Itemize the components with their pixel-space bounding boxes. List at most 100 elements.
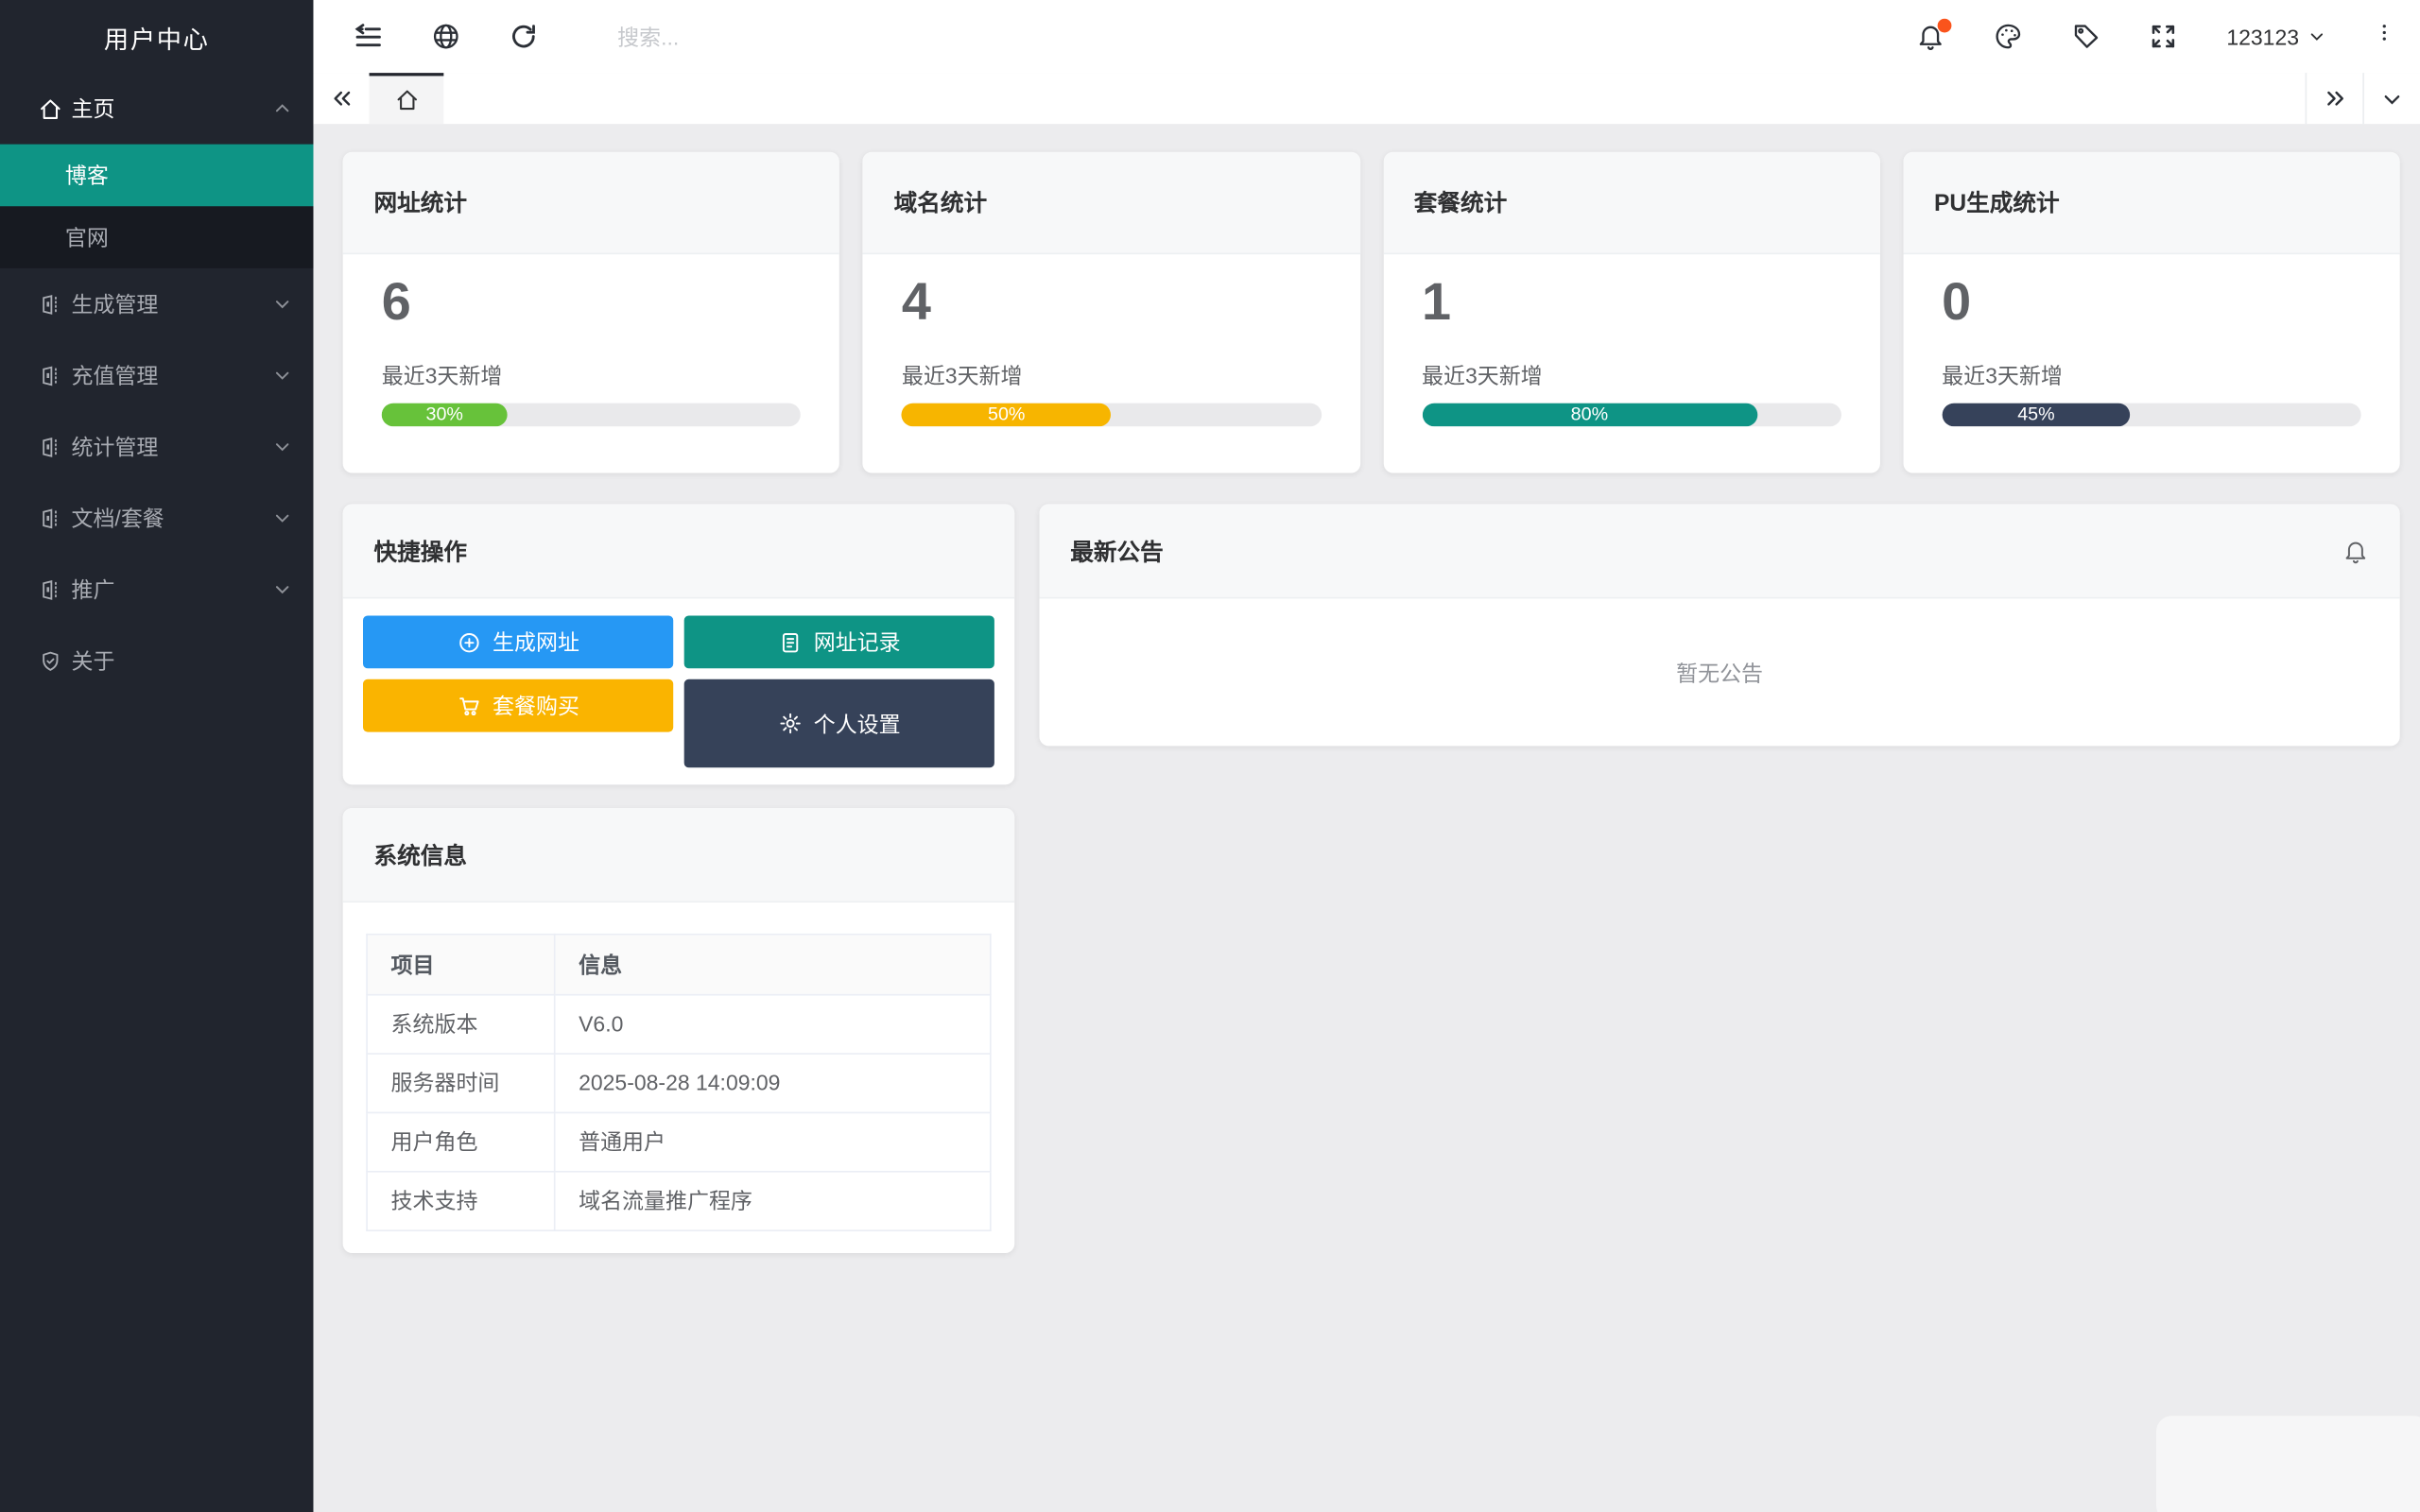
url-records-button[interactable]: 网址记录 bbox=[683, 615, 994, 669]
table-header-row: 项目 信息 bbox=[366, 933, 992, 996]
stat-card-url: 网址统计 6 最近3天新增 30% bbox=[342, 151, 840, 473]
refresh-icon[interactable] bbox=[509, 22, 538, 51]
sidebar-item-label: 文档/套餐 bbox=[71, 505, 164, 531]
tag-icon[interactable] bbox=[2071, 22, 2100, 51]
sidebar-item-label: 推广 bbox=[71, 576, 115, 602]
stat-label: 最近3天新增 bbox=[1942, 362, 2063, 387]
progress-label: 80% bbox=[1570, 403, 1609, 425]
quick-actions-card: 快捷操作 生成网址 网址记录 套餐购买 个人设置 bbox=[342, 504, 1015, 785]
sidebar-item-about[interactable]: 关于 bbox=[0, 625, 313, 696]
progress-track: 50% bbox=[901, 402, 1322, 426]
shield-check-icon bbox=[39, 649, 62, 673]
sidebar-item-generate-management[interactable]: 生成管理 bbox=[0, 268, 313, 339]
generate-url-button[interactable]: 生成网址 bbox=[362, 615, 674, 669]
card-title: 最新公告 bbox=[1070, 539, 1164, 566]
chevron-down-icon bbox=[273, 508, 292, 527]
system-info-card: 系统信息 项目 信息 系统版本 V6.0 服务器时间 2025-08-28 14… bbox=[342, 807, 1015, 1253]
sidebar-item-blog[interactable]: 博客 bbox=[0, 144, 314, 207]
tabs-scroll-right-icon[interactable] bbox=[2305, 73, 2363, 125]
sidebar-item-promotion[interactable]: 推广 bbox=[0, 554, 313, 625]
module-icon bbox=[39, 577, 62, 601]
module-icon bbox=[39, 507, 62, 530]
progress-track: 80% bbox=[1421, 402, 1841, 426]
search-input[interactable] bbox=[614, 22, 1898, 51]
module-icon bbox=[39, 364, 62, 387]
stat-card-domain: 域名统计 4 最近3天新增 50% bbox=[862, 151, 1360, 473]
home-icon bbox=[39, 97, 62, 121]
stat-value: 4 bbox=[901, 272, 931, 333]
sidebar-item-recharge-management[interactable]: 充值管理 bbox=[0, 339, 313, 410]
stat-card-pu-generate: PU生成统计 0 最近3天新增 45% bbox=[1903, 151, 2400, 473]
column-header: 项目 bbox=[366, 933, 556, 996]
gear-icon bbox=[778, 712, 802, 735]
buy-package-button[interactable]: 套餐购买 bbox=[362, 679, 674, 732]
app-viewport: 用户中心 主页 博客 官网 生成管理 充值管理 统计管理 文档/套餐 推广 关于… bbox=[0, 0, 2420, 1512]
tabs-scroll-left-icon[interactable] bbox=[313, 73, 369, 124]
card-title: 套餐统计 bbox=[1382, 151, 1880, 255]
stats-grid: 网址统计 6 最近3天新增 30% 域名统计 4 最近3天新增 50% 套餐统计… bbox=[342, 151, 2400, 473]
stat-value: 6 bbox=[381, 272, 411, 333]
card-title: PU生成统计 bbox=[1903, 151, 2400, 255]
content: 网址统计 6 最近3天新增 30% 域名统计 4 最近3天新增 50% 套餐统计… bbox=[313, 124, 2420, 1512]
tab-home[interactable] bbox=[369, 73, 444, 125]
stat-card-package: 套餐统计 1 最近3天新增 80% bbox=[1382, 151, 1880, 473]
chevron-down-icon bbox=[273, 580, 292, 599]
system-info-table: 项目 信息 系统版本 V6.0 服务器时间 2025-08-28 14:09:0… bbox=[366, 933, 992, 1231]
card-title: 网址统计 bbox=[342, 151, 840, 255]
menu-fold-icon[interactable] bbox=[354, 22, 383, 51]
home-icon bbox=[396, 90, 417, 111]
sidebar: 用户中心 主页 博客 官网 生成管理 充值管理 统计管理 文档/套餐 推广 关于 bbox=[0, 0, 314, 1512]
corner-overlay bbox=[2156, 1416, 2420, 1512]
table-row: 系统版本 V6.0 bbox=[366, 993, 992, 1055]
table-row: 技术支持 域名流量推广程序 bbox=[366, 1170, 992, 1231]
stat-value: 0 bbox=[1942, 272, 1972, 333]
stat-value: 1 bbox=[1421, 272, 1452, 333]
sidebar-subitem-label: 博客 bbox=[64, 163, 109, 188]
announcement-bell-icon[interactable] bbox=[2342, 538, 2369, 564]
main-area: 123123 bbox=[313, 0, 2420, 1512]
stat-label: 最近3天新增 bbox=[901, 362, 1023, 387]
fullscreen-icon[interactable] bbox=[2149, 22, 2178, 51]
tabbar-spacer bbox=[443, 73, 2305, 124]
tabbar bbox=[313, 73, 2420, 126]
progress-label: 30% bbox=[425, 403, 463, 425]
announcements-card: 最新公告 暂无公告 bbox=[1039, 504, 2400, 747]
tabs-menu-icon[interactable] bbox=[2362, 73, 2420, 125]
progress-fill: 50% bbox=[901, 402, 1112, 426]
sidebar-item-docs-packages[interactable]: 文档/套餐 bbox=[0, 482, 313, 553]
column-header: 信息 bbox=[553, 933, 992, 996]
module-icon bbox=[39, 435, 62, 458]
progress-track: 30% bbox=[381, 402, 802, 426]
sidebar-subitem-label: 官网 bbox=[64, 224, 109, 250]
module-icon bbox=[39, 292, 62, 316]
card-title: 系统信息 bbox=[342, 807, 1015, 903]
notifications-bell-icon[interactable] bbox=[1916, 18, 1952, 51]
topbar-actions: 123123 bbox=[1916, 18, 2395, 51]
sidebar-item-home[interactable]: 主页 bbox=[0, 73, 313, 144]
personal-settings-button[interactable]: 个人设置 bbox=[683, 679, 994, 768]
kebab-menu-icon[interactable] bbox=[2374, 22, 2395, 51]
theme-palette-icon[interactable] bbox=[1994, 22, 2023, 51]
sidebar-submenu-home: 博客 官网 bbox=[0, 144, 314, 268]
sidebar-item-label: 主页 bbox=[71, 95, 115, 121]
stat-label: 最近3天新增 bbox=[1421, 362, 1543, 387]
card-title: 快捷操作 bbox=[342, 504, 1015, 599]
chevron-down-icon bbox=[273, 295, 292, 314]
chevron-down-icon bbox=[273, 438, 292, 456]
sidebar-item-statistics-management[interactable]: 统计管理 bbox=[0, 411, 313, 482]
notification-dot bbox=[1938, 18, 1952, 33]
chevron-up-icon bbox=[273, 99, 292, 118]
globe-icon[interactable] bbox=[431, 22, 460, 51]
progress-track: 45% bbox=[1942, 402, 2361, 426]
progress-label: 50% bbox=[987, 403, 1026, 425]
sidebar-item-label: 充值管理 bbox=[71, 362, 159, 388]
progress-fill: 30% bbox=[381, 402, 508, 426]
sidebar-item-official-site[interactable]: 官网 bbox=[0, 206, 313, 268]
announcements-empty: 暂无公告 bbox=[1676, 660, 1764, 685]
user-menu[interactable]: 123123 bbox=[2226, 24, 2325, 49]
sidebar-title: 用户中心 bbox=[103, 26, 210, 54]
circle-plus-icon bbox=[457, 630, 480, 654]
sidebar-item-label: 统计管理 bbox=[71, 434, 159, 459]
chevron-down-icon bbox=[2308, 28, 2325, 45]
sidebar-item-label: 关于 bbox=[71, 647, 115, 674]
